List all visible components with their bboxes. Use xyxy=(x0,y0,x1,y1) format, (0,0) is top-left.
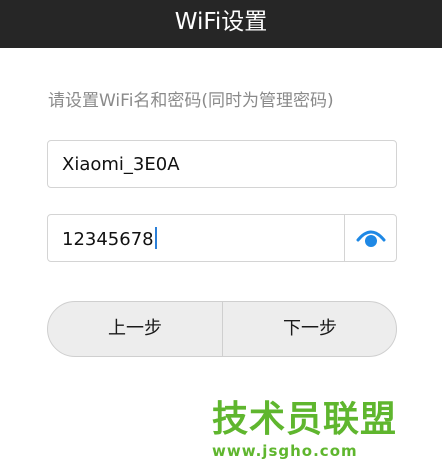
next-step-button[interactable]: 下一步 xyxy=(223,302,396,356)
watermark-logo: 技术员联盟 www.jsgho.com xyxy=(212,398,432,462)
text-caret xyxy=(154,227,157,249)
wifi-name-field[interactable]: Xiaomi_3E0A xyxy=(47,140,397,188)
eye-icon xyxy=(356,230,386,247)
wifi-password-value-wrap: 12345678 xyxy=(62,227,157,252)
page-title: WiFi设置 xyxy=(174,9,268,35)
previous-step-button[interactable]: 上一步 xyxy=(48,302,222,356)
wifi-password-value: 12345678 xyxy=(62,229,154,250)
show-password-toggle[interactable] xyxy=(345,215,397,261)
wifi-name-value: Xiaomi_3E0A xyxy=(62,154,180,175)
watermark-url: www.jsgho.com xyxy=(212,442,358,460)
title-bar: WiFi设置 xyxy=(0,0,442,48)
navigation-buttons: 上一步 下一步 xyxy=(47,301,397,357)
instruction-text: 请设置WiFi名和密码(同时为管理密码) xyxy=(48,91,334,111)
watermark-text: 技术员联盟 xyxy=(212,399,398,440)
wifi-password-field[interactable]: 12345678 xyxy=(47,214,397,262)
